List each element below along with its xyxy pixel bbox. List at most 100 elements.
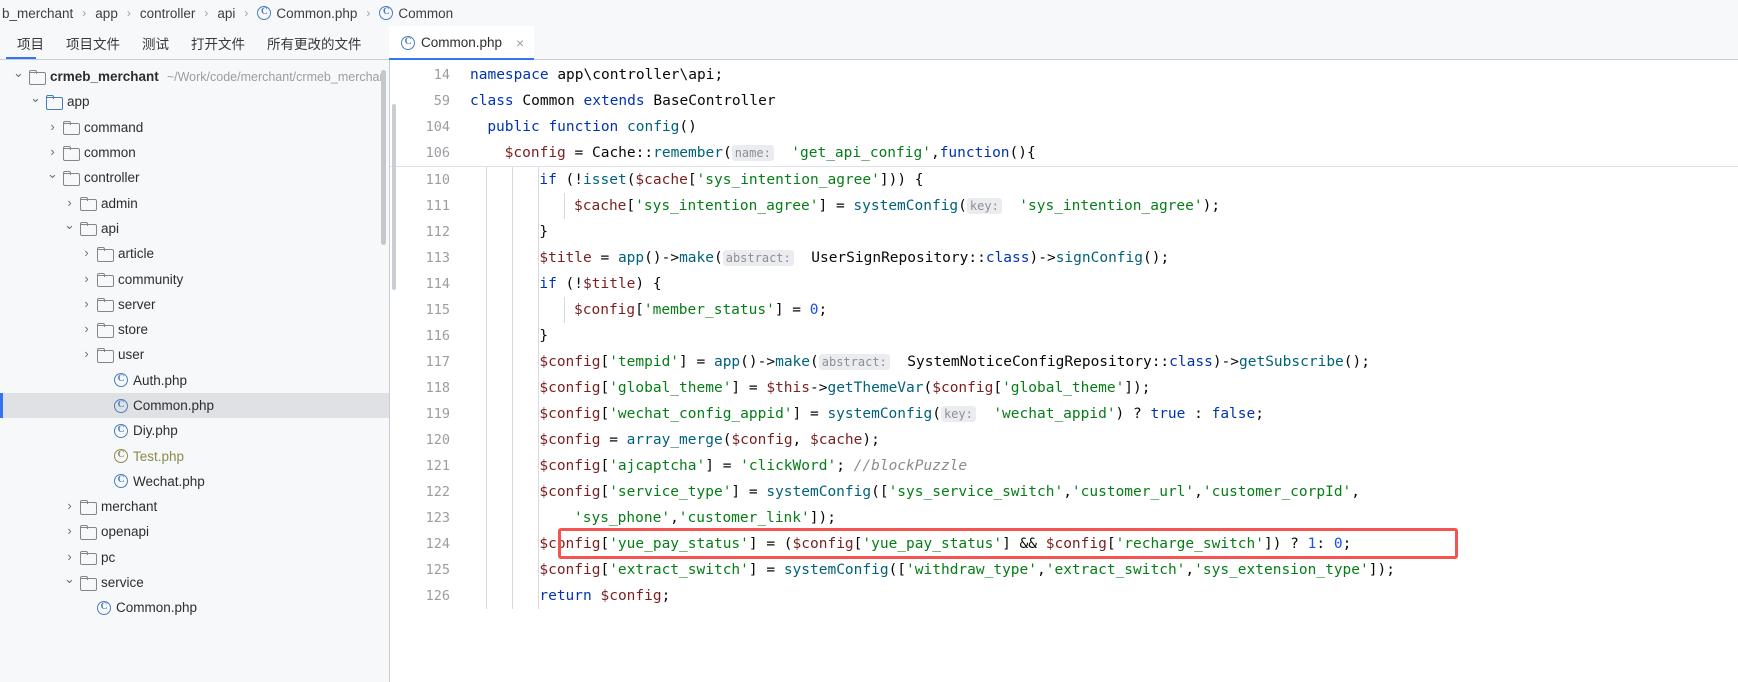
code-line-104[interactable]: 104 public function config() (390, 114, 1738, 140)
close-icon[interactable]: × (516, 36, 524, 50)
chevron-right-icon[interactable]: › (80, 297, 93, 310)
tree-row-test-php[interactable]: C Test.php (0, 443, 389, 468)
breadcrumb-item-2[interactable]: controller (138, 6, 198, 21)
tree-row-auth-php[interactable]: C Auth.php (0, 368, 389, 393)
code-line-123[interactable]: 123 'sys_phone','customer_link']); (390, 505, 1738, 531)
code-line-121[interactable]: 121 $config['ajcaptcha'] = 'clickWord'; /… (390, 453, 1738, 479)
tree-item-label: app (67, 94, 90, 110)
code-punct (783, 145, 792, 161)
code-line-118[interactable]: 118 $config['global_theme'] = $this->getT… (390, 375, 1738, 401)
line-number: 111 (425, 198, 450, 214)
code-line-120[interactable]: 120 $config = array_merge($config, $cache… (390, 427, 1738, 453)
chevron-down-icon[interactable]: ⌄ (29, 91, 42, 104)
tree-row-article[interactable]: › article (0, 241, 389, 266)
chevron-right-icon[interactable]: › (63, 196, 76, 209)
tree-row-merchant[interactable]: › merchant (0, 494, 389, 519)
code-line-125[interactable]: 125 $config['extract_switch'] = systemCon… (390, 557, 1738, 583)
sticky-code-header: 14 namespace app\controller\api; 59 class C… (390, 60, 1738, 167)
tree-row-common[interactable]: › common (0, 140, 389, 165)
tree-row-admin[interactable]: › admin (0, 190, 389, 215)
code-line-59[interactable]: 59 class Common extends BaseController (390, 88, 1738, 114)
tree-row-pc[interactable]: › pc (0, 545, 389, 570)
line-number: 113 (425, 250, 450, 266)
tree-row-service[interactable]: ⌄ service (0, 570, 389, 595)
tree-row-common-php[interactable]: C Common.php (0, 595, 389, 620)
code-punct: , (1185, 562, 1195, 578)
tool-tab-all-changed-files[interactable]: 所有更改的文件 (256, 26, 373, 59)
code-line-113[interactable]: 113 $title = app()->make(abstract: UserSi… (390, 245, 1738, 271)
tool-tab-open-files[interactable]: 打开文件 (180, 26, 256, 59)
code-line-126[interactable]: 126 return $config; (390, 583, 1738, 609)
code-string: 'customer_corpId' (1202, 484, 1352, 500)
tree-row-store[interactable]: › store (0, 317, 389, 342)
code-punct (803, 250, 812, 266)
chevron-down-icon[interactable]: ⌄ (46, 167, 59, 180)
chevron-right-icon[interactable]: › (46, 120, 59, 133)
chevron-down-icon[interactable]: ⌄ (63, 218, 76, 231)
code-text: $config = Cache::remember(name: 'get_api… (462, 145, 1738, 161)
code-function: make (679, 250, 714, 266)
code-line-115[interactable]: 115 $config['member_status'] = 0; (390, 297, 1738, 323)
breadcrumb-item-5[interactable]: C Common (377, 6, 455, 21)
chevron-right-icon[interactable]: › (80, 347, 93, 360)
php-class-icon: C (114, 449, 128, 464)
line-number: 119 (425, 406, 450, 422)
code-string: 'yue_pay_status' (609, 536, 749, 552)
tree-row-app[interactable]: ⌄ app (0, 89, 389, 114)
code-line-124[interactable]: 124 $config['yue_pay_status'] = ($config[… (390, 531, 1738, 557)
breadcrumb-separator: › (82, 6, 87, 20)
code-line-112[interactable]: 112} (390, 219, 1738, 245)
chevron-right-icon[interactable]: › (46, 145, 59, 158)
tree-row-wechat-php[interactable]: C Wechat.php (0, 469, 389, 494)
tree-row-common-php[interactable]: C Common.php (0, 392, 389, 419)
project-tree[interactable]: ⌄ crmeb_merchant ~/Work/code/merchant/crme… (0, 60, 389, 682)
code-string: 'extract_switch' (609, 562, 749, 578)
tree-row-command[interactable]: › command (0, 115, 389, 140)
code-line-110[interactable]: 110 if (!isset($cache['sys_intention_agre… (390, 167, 1738, 193)
chevron-right-icon[interactable]: › (63, 550, 76, 563)
code-line-114[interactable]: 114 if (!$title) { (390, 271, 1738, 297)
code-line-119[interactable]: 119 $config['wechat_config_appid'] = syst… (390, 401, 1738, 427)
code-line-106[interactable]: 106 $config = Cache::remember(name: 'get_… (390, 140, 1738, 166)
breadcrumb-item-1[interactable]: app (93, 6, 120, 21)
code-punct: ; (1255, 406, 1264, 422)
breadcrumb-item-0[interactable]: b_merchant (0, 6, 75, 21)
chevron-right-icon[interactable]: › (80, 322, 93, 335)
breadcrumb-separator: › (366, 6, 371, 20)
tree-item-path: ~/Work/code/merchant/crmeb_merchan (166, 69, 387, 84)
code-punct: ]); (1124, 380, 1151, 396)
chevron-right-icon[interactable]: › (63, 499, 76, 512)
tree-scrollbar[interactable] (381, 70, 386, 245)
code-punct: -> (810, 380, 828, 396)
tree-row-openapi[interactable]: › openapi (0, 519, 389, 544)
tree-row-controller[interactable]: ⌄ controller (0, 165, 389, 190)
code-line-122[interactable]: 122 $config['service_type'] = systemConfi… (390, 479, 1738, 505)
code-punct: [ (993, 380, 1003, 396)
chevron-right-icon[interactable]: › (63, 524, 76, 537)
tree-row-community[interactable]: › community (0, 266, 389, 291)
code-line-116[interactable]: 116} (390, 323, 1738, 349)
tool-tab-project[interactable]: 项目 (6, 26, 55, 59)
tool-tab-project-files[interactable]: 项目文件 (55, 26, 131, 59)
chevron-down-icon[interactable]: ⌄ (63, 572, 76, 585)
editor-tab-common-php[interactable]: C Common.php × (389, 26, 535, 60)
chevron-right-icon[interactable]: › (80, 272, 93, 285)
tree-row-server[interactable]: › server (0, 292, 389, 317)
code-lines[interactable]: 110 if (!isset($cache['sys_intention_agre… (390, 167, 1738, 609)
code-line-111[interactable]: 111 $cache['sys_intention_agree'] = syste… (390, 193, 1738, 219)
code-editor[interactable]: 14 namespace app\controller\api; 59 class C… (390, 60, 1738, 682)
line-number: 126 (425, 588, 450, 604)
code-line-117[interactable]: 117 $config['tempid'] = app()->make(abstr… (390, 349, 1738, 375)
tree-row-user[interactable]: › user (0, 342, 389, 367)
tree-row-api[interactable]: ⌄ api (0, 216, 389, 241)
chevron-down-icon[interactable]: ⌄ (12, 66, 25, 79)
breadcrumb-item-3[interactable]: api (215, 6, 237, 21)
breadcrumb-item-4[interactable]: C Common.php (255, 6, 359, 21)
tool-tab-tests[interactable]: 测试 (131, 26, 180, 59)
code-line-14[interactable]: 14 namespace app\controller\api; (390, 62, 1738, 88)
code-type: SystemNoticeConfigRepository (907, 354, 1152, 370)
tree-row-diy-php[interactable]: C Diy.php (0, 418, 389, 443)
code-punct: [ (600, 562, 610, 578)
chevron-right-icon[interactable]: › (80, 246, 93, 259)
tree-row-crmeb-merchant[interactable]: ⌄ crmeb_merchant ~/Work/code/merchant/crme… (0, 64, 389, 89)
